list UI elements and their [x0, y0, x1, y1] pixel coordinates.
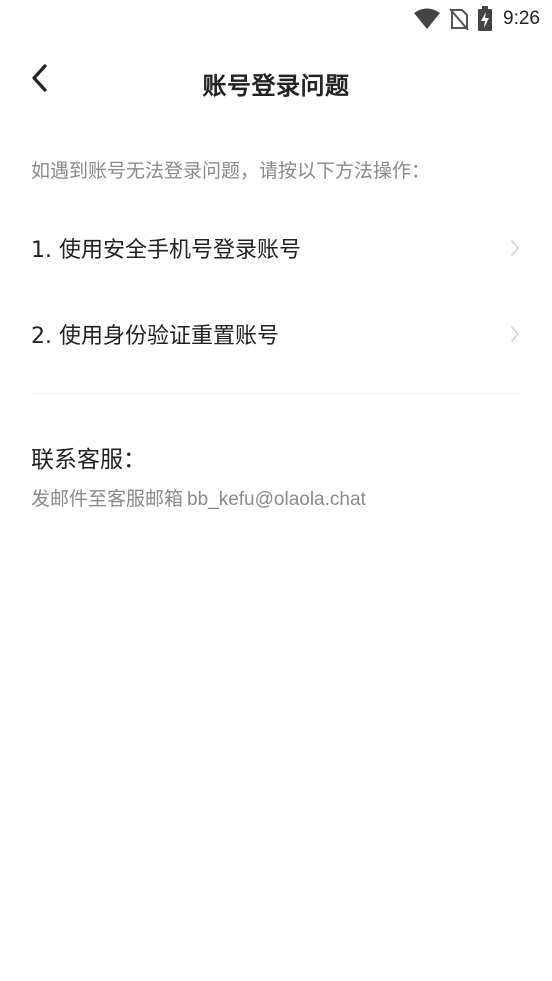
option-identity-reset[interactable]: 2. 使用身份验证重置账号: [31, 304, 522, 364]
no-sim-icon: [449, 7, 469, 31]
contact-title: 联系客服：: [31, 447, 146, 473]
divider: [31, 393, 520, 394]
chevron-right-icon: [510, 238, 522, 258]
contact-prefix: 发邮件至客服邮箱: [31, 488, 184, 510]
status-icons: 9:26: [413, 5, 540, 33]
option-secure-phone-login[interactable]: 1. 使用安全手机号登录账号: [31, 218, 522, 278]
contact-line: 发邮件至客服邮箱 bb_kefu@olaola.chat: [31, 484, 366, 511]
status-time: 9:26: [503, 8, 540, 29]
option-label: 2. 使用身份验证重置账号: [31, 324, 279, 349]
option-label: 1. 使用安全手机号登录账号: [31, 238, 301, 263]
status-bar: 9:26: [0, 0, 552, 38]
contact-email[interactable]: bb_kefu@olaola.chat: [187, 489, 366, 510]
wifi-icon: [413, 8, 441, 30]
battery-charging-icon: [477, 6, 493, 32]
chevron-right-icon: [510, 324, 522, 344]
nav-bar: 账号登录问题: [0, 50, 552, 112]
page-title: 账号登录问题: [202, 72, 350, 100]
intro-text: 如遇到账号无法登录问题，请按以下方法操作：: [31, 160, 431, 182]
